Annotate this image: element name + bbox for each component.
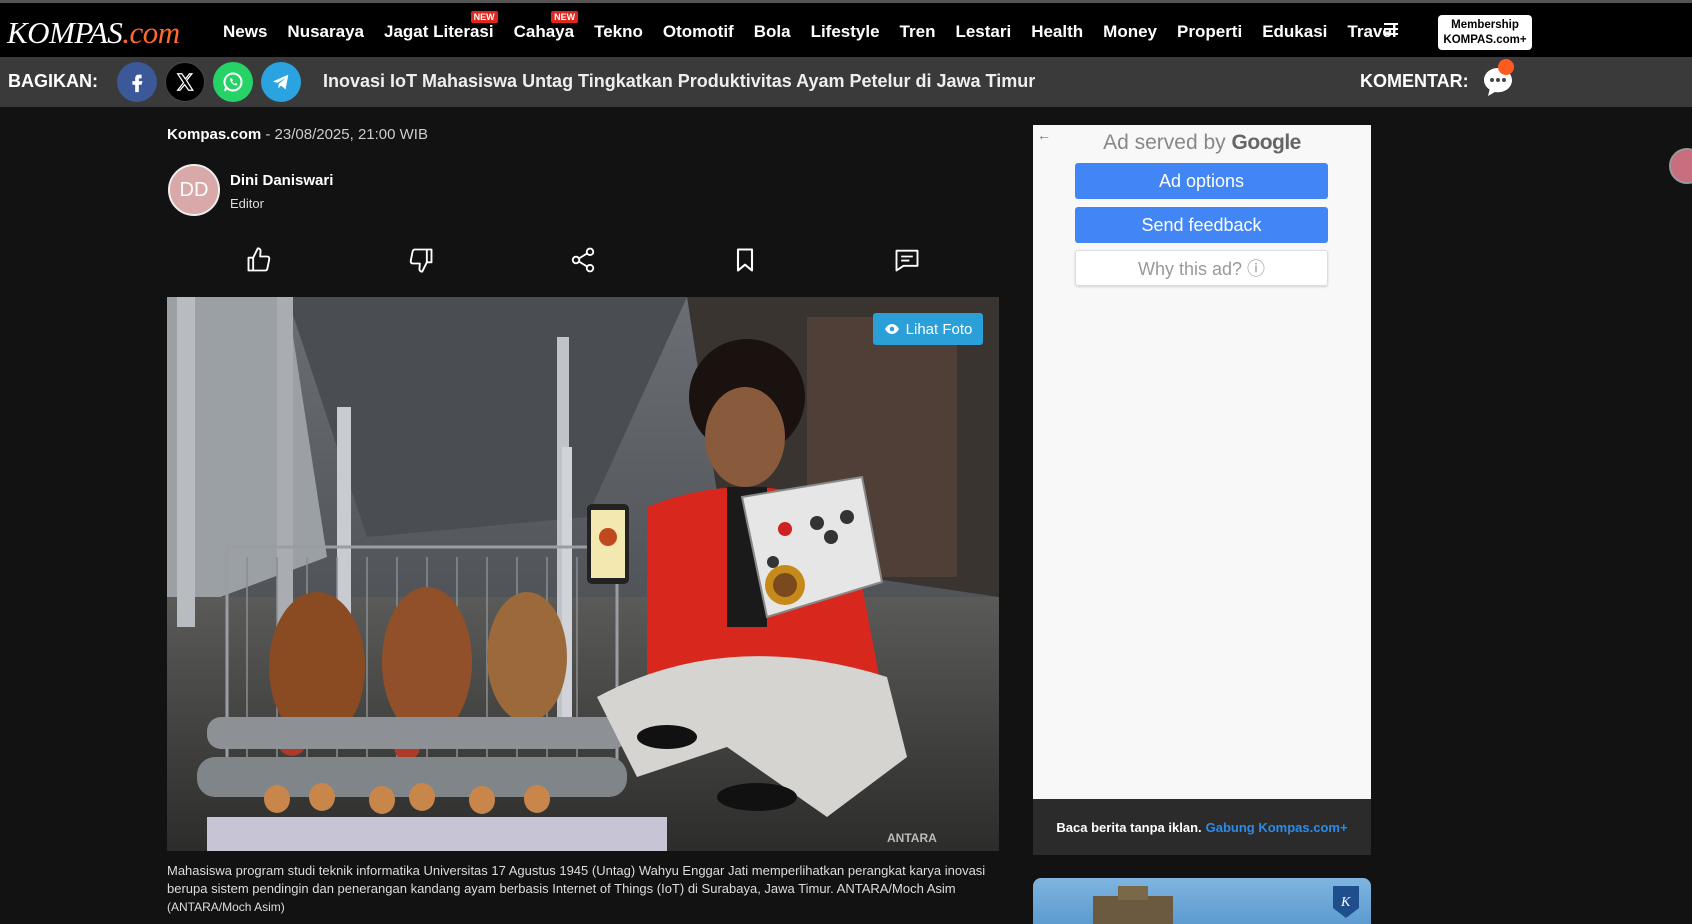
view-photo-button[interactable]: Lihat Foto: [873, 313, 983, 345]
like-icon[interactable]: [245, 246, 273, 274]
nav-item-jagat-literasi[interactable]: Jagat Literasi NEW: [384, 10, 498, 42]
source-link[interactable]: Kompas.com: [167, 126, 261, 143]
facebook-share-button[interactable]: [117, 62, 157, 102]
new-badge: NEW: [470, 10, 498, 23]
nav-item-news[interactable]: News: [223, 22, 267, 42]
kompas-logo[interactable]: KOMPAS.com: [7, 15, 180, 51]
dislike-icon[interactable]: [407, 246, 435, 274]
new-badge: NEW: [551, 10, 579, 23]
article-photo[interactable]: ANTARA: [167, 297, 999, 851]
promo-card[interactable]: K: [1033, 878, 1371, 924]
share-bar: BAGIKAN: Inovasi IoT Mahasiswa Untag Tin…: [0, 57, 1692, 107]
author-name[interactable]: Dini Daniswari: [230, 172, 333, 189]
article-headline: Inovasi IoT Mahasiswa Untag Tingkatkan P…: [323, 71, 1036, 91]
join-kompas-plus-link[interactable]: Gabung Kompas.com+: [1206, 820, 1348, 835]
nav-item-edukasi[interactable]: Edukasi: [1262, 22, 1327, 42]
nav-item-otomotif[interactable]: Otomotif: [663, 22, 734, 42]
ad-free-banner: Baca berita tanpa iklan. Gabung Kompas.co…: [1033, 799, 1371, 855]
nav-item-health[interactable]: Health: [1031, 22, 1083, 42]
main-nav: News Nusaraya Jagat Literasi NEW Cahaya NEW Te…: [223, 3, 1417, 60]
whatsapp-icon: [223, 72, 243, 92]
nav-item-nusaraya[interactable]: Nusaraya: [287, 22, 364, 42]
nav-item-money[interactable]: Money: [1103, 22, 1157, 42]
facebook-icon: [132, 74, 143, 93]
share-icon[interactable]: [569, 246, 597, 274]
nav-item-bola[interactable]: Bola: [754, 22, 791, 42]
photo-caption: Mahasiswa program studi teknik informati…: [167, 863, 986, 914]
comment-icon[interactable]: [893, 246, 921, 274]
nav-item-properti[interactable]: Properti: [1177, 22, 1242, 42]
share-label: BAGIKAN:: [8, 71, 98, 91]
photo-credit: (ANTARA/Moch Asim): [167, 900, 285, 914]
membership-button[interactable]: Membership KOMPAS.com+: [1438, 15, 1532, 50]
side-floating-button[interactable]: [1669, 148, 1692, 184]
ad-served-by: Ad served by Google: [1103, 131, 1302, 154]
notification-dot: [1498, 59, 1514, 75]
x-share-button[interactable]: [165, 62, 205, 102]
hamburger-icon[interactable]: [1381, 19, 1401, 39]
x-icon: [176, 73, 194, 91]
nav-item-tekno[interactable]: Tekno: [594, 22, 643, 42]
google-logo: Google: [1231, 131, 1302, 154]
photo-illustration: ANTARA: [167, 297, 999, 851]
send-feedback-button[interactable]: Send feedback: [1075, 207, 1328, 243]
svg-text:K: K: [1340, 895, 1351, 910]
why-this-ad-button[interactable]: Why this ad? ⓘ: [1075, 250, 1328, 286]
ad-options-button[interactable]: Ad options: [1075, 163, 1328, 199]
top-navbar: KOMPAS.com News Nusaraya Jagat Literasi NEW…: [0, 0, 1692, 57]
article-meta: Kompas.com - 23/08/2025, 21:00 WIB: [167, 126, 428, 143]
nav-item-lestari[interactable]: Lestari: [955, 22, 1011, 42]
nav-item-tren[interactable]: Tren: [900, 22, 936, 42]
article-actions: [167, 244, 999, 276]
eye-icon: [884, 324, 899, 334]
author-role: Editor: [230, 196, 264, 211]
telegram-share-button[interactable]: [261, 62, 301, 102]
nav-item-lifestyle[interactable]: Lifestyle: [811, 22, 880, 42]
author-avatar[interactable]: DD: [168, 164, 220, 216]
nav-item-cahaya[interactable]: Cahaya NEW: [514, 10, 579, 42]
whatsapp-share-button[interactable]: [213, 62, 253, 102]
promo-image: K: [1093, 886, 1359, 924]
publish-date: - 23/08/2025, 21:00 WIB: [261, 126, 428, 143]
telegram-icon: [272, 74, 289, 90]
bookmark-icon[interactable]: [731, 246, 759, 274]
photo-watermark: ANTARA: [887, 831, 937, 845]
comment-label: KOMENTAR:: [1360, 71, 1469, 91]
